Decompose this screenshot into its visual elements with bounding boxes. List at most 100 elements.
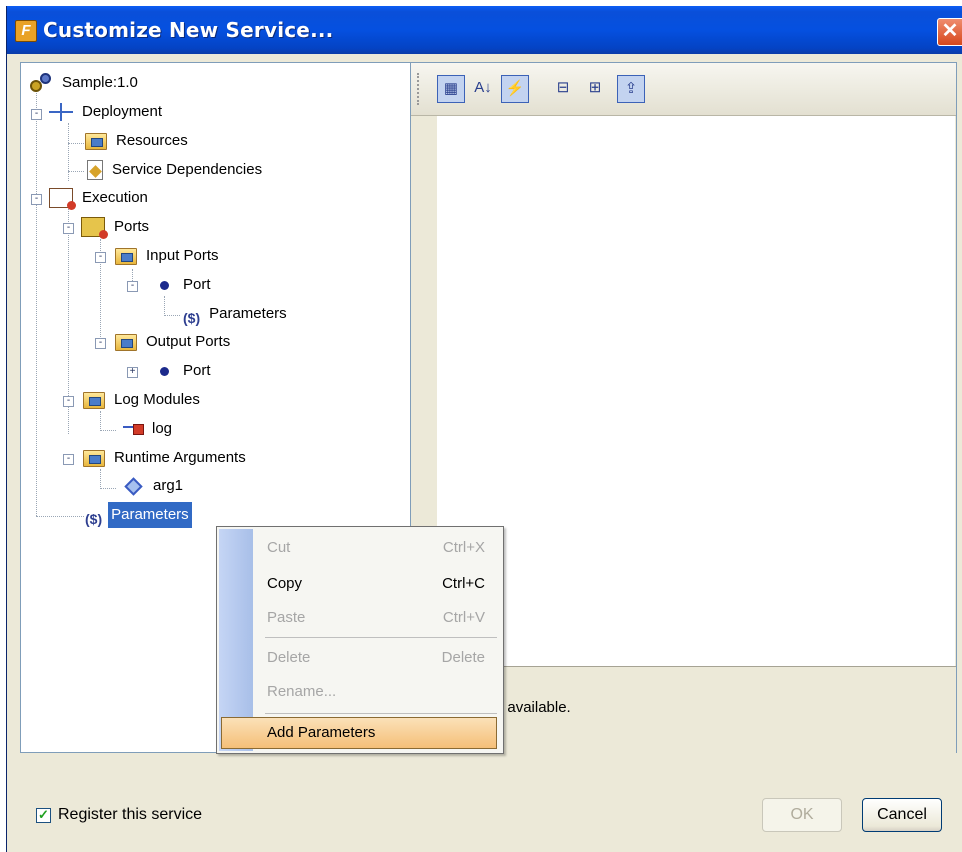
menu-item-label: Copy — [267, 575, 303, 592]
toolbar-grip[interactable] — [417, 73, 422, 105]
tree-connector — [100, 488, 116, 489]
title-bar[interactable]: F Customize New Service... ✕ — [7, 6, 962, 54]
collapse-toggle[interactable]: - — [127, 281, 138, 292]
tree-item-parameters[interactable]: ($) Parameters — [183, 301, 290, 327]
menu-separator — [265, 713, 497, 714]
menu-item-shortcut: Ctrl+X — [442, 539, 485, 556]
tree-item-label: Sample:1.0 — [62, 74, 138, 91]
menu-item-label: Add Parameters — [267, 724, 376, 741]
folder-icon — [83, 391, 105, 409]
folder-icon — [85, 132, 107, 150]
tree-item-label: Parameters — [209, 305, 287, 322]
tree-connector — [36, 516, 84, 517]
tree-item-runtime-arguments[interactable]: Runtime Arguments — [83, 445, 249, 471]
tree-item-label: Resources — [116, 132, 188, 149]
context-menu: Cut Ctrl+X Copy Ctrl+C Paste Ctrl+V Dele… — [216, 526, 504, 754]
gears-icon — [29, 73, 53, 93]
cancel-button[interactable]: Cancel — [862, 798, 942, 832]
menu-item-shortcut: Ctrl+C — [442, 575, 485, 592]
property-grid[interactable] — [437, 116, 955, 666]
expand-all-icon[interactable]: ⊞ — [581, 75, 609, 103]
tree-item-sample[interactable]: Sample:1.0 — [29, 70, 141, 96]
menu-item-add-parameters[interactable]: Add Parameters — [267, 718, 485, 748]
menu-item-shortcut: Delete — [441, 649, 485, 666]
tree-item-port[interactable]: Port — [155, 358, 214, 384]
port-dot-icon — [160, 366, 169, 376]
folder-icon — [115, 247, 137, 265]
menu-item-label: Rename... — [267, 683, 337, 700]
collapse-toggle[interactable]: - — [31, 109, 42, 120]
tree-item-port[interactable]: Port — [155, 272, 214, 298]
menu-item-cut[interactable]: Cut Ctrl+X — [267, 533, 485, 563]
collapse-toggle[interactable]: - — [63, 454, 74, 465]
collapse-toggle[interactable]: - — [95, 252, 106, 263]
tree-item-label: Log Modules — [114, 391, 200, 408]
export-icon[interactable]: ⇪ — [617, 75, 645, 103]
tree-connector — [68, 123, 69, 181]
tree-connector — [164, 315, 180, 316]
tree-item-label: Runtime Arguments — [114, 449, 246, 466]
sort-alpha-icon[interactable]: A↓ — [469, 75, 497, 103]
argument-icon — [124, 476, 143, 496]
dollar-icon: ($) — [183, 310, 201, 326]
collapse-toggle[interactable]: - — [63, 223, 74, 234]
collapse-toggle[interactable]: - — [63, 396, 74, 407]
tree-connector — [100, 411, 101, 431]
tree-item-label: log — [152, 420, 173, 437]
property-toolbar: ▦ A↓ ⚡ ⊟ ⊞ ⇪ — [411, 63, 956, 116]
tree-item-label: Output Ports — [146, 333, 231, 350]
ok-button[interactable]: OK — [762, 798, 842, 832]
menu-item-label: Cut — [267, 539, 291, 556]
tree-item-label: Execution — [82, 189, 148, 206]
collapse-toggle[interactable]: - — [31, 194, 42, 205]
menu-item-delete[interactable]: Delete Delete — [267, 643, 485, 673]
folder-icon — [115, 333, 137, 351]
tree-item-log[interactable]: log — [123, 416, 175, 442]
tree-item-label: arg1 — [153, 477, 184, 494]
tree-item-deployment[interactable]: Deployment — [49, 99, 165, 125]
app-icon: F — [15, 20, 37, 42]
tree-item-label: Service Dependencies — [112, 161, 263, 178]
tree-connector — [68, 171, 84, 172]
chart-icon — [49, 188, 76, 210]
menu-separator — [265, 637, 497, 638]
tree-item-label: Port — [183, 276, 211, 293]
expand-toggle[interactable]: + — [127, 367, 138, 378]
menu-item-rename[interactable]: Rename... — [267, 677, 485, 707]
tree-connector — [68, 143, 84, 144]
tree-item-input-ports[interactable]: Input Ports — [115, 243, 222, 269]
tree-item-label: Input Ports — [146, 247, 219, 264]
tree-item-label: Parameters — [108, 502, 192, 528]
tree-item-resources[interactable]: Resources — [85, 128, 191, 154]
register-service-checkbox[interactable]: ✓ — [36, 808, 51, 823]
tree-item-ports[interactable]: Ports — [81, 214, 152, 240]
tree-item-arg1[interactable]: arg1 — [123, 473, 186, 499]
tree-item-execution[interactable]: Execution — [49, 185, 151, 211]
categorized-icon[interactable]: ▦ — [437, 75, 465, 103]
log-icon — [123, 423, 144, 435]
close-button[interactable]: ✕ — [937, 18, 962, 46]
menu-item-paste[interactable]: Paste Ctrl+V — [267, 603, 485, 633]
menu-item-label: Delete — [267, 649, 311, 666]
tree-item-output-ports[interactable]: Output Ports — [115, 329, 233, 355]
events-icon[interactable]: ⚡ — [501, 75, 529, 103]
port-dot-icon — [160, 280, 169, 290]
document-icon — [87, 160, 103, 180]
window-title: Customize New Service... — [43, 18, 334, 42]
menu-item-copy[interactable]: Copy Ctrl+C — [267, 569, 485, 599]
tree-item-label: Ports — [114, 218, 150, 235]
register-service-label: Register this service — [58, 806, 203, 823]
tree-item-label: Deployment — [82, 103, 163, 120]
menu-item-shortcut: Ctrl+V — [442, 609, 485, 626]
folder-icon — [83, 449, 105, 467]
collapse-toggle[interactable]: - — [95, 338, 106, 349]
tree-item-log-modules[interactable]: Log Modules — [83, 387, 203, 413]
dollar-icon: ($) — [85, 511, 103, 527]
tree-item-parameters-selected[interactable]: ($) Parameters — [85, 502, 192, 528]
ports-icon — [81, 217, 108, 239]
deployment-icon — [49, 103, 73, 121]
collapse-all-icon[interactable]: ⊟ — [549, 75, 577, 103]
tree-item-label: Port — [183, 362, 211, 379]
tree-item-service-dependencies[interactable]: Service Dependencies — [87, 157, 265, 183]
tree-connector — [100, 469, 101, 489]
